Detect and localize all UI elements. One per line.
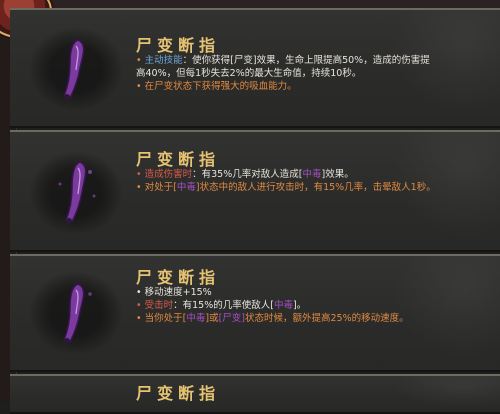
desc-line: • 对处于[中毒]状态中的敌人进行攻击时，有15%几率，击晕敌人1秒。 <box>136 182 436 193</box>
item-icon-slot <box>30 28 122 110</box>
top-border <box>16 0 500 8</box>
item-title: 尸变断指 <box>136 150 221 169</box>
item-icon-slot <box>30 152 122 234</box>
item-card-4[interactable]: 尸变断指 <box>10 374 500 414</box>
severed-finger-icon <box>58 161 96 224</box>
desc-line: 高40%，但每1秒失去2%的最大生命值，持续10秒。 <box>136 68 362 79</box>
severed-finger-icon <box>63 39 85 100</box>
item-card-3[interactable]: 尸变断指 • 移动速度+15% • 受击时：有15%的几率使敌人[中毒]。 • … <box>10 254 500 372</box>
desc-line: • 主动技能：使你获得[尸变]效果，生命上限提高50%，造成的伤害提 <box>136 55 430 66</box>
desc-line: • 造成伤害时：有35%几率对敌人造成[中毒]效果。 <box>136 169 354 180</box>
item-title: 尸变断指 <box>136 36 221 55</box>
desc-line: • 当你处于[中毒]或[尸变]状态时候，额外提高25%的移动速度。 <box>136 313 409 324</box>
desc-line: • 受击时：有15%的几率使敌人[中毒]。 <box>136 300 307 311</box>
severed-finger-icon <box>63 283 92 344</box>
desc-line: • 在尸变状态下获得强大的吸血能力。 <box>136 81 297 92</box>
item-icon-slot <box>30 272 122 354</box>
item-title: 尸变断指 <box>136 384 221 403</box>
item-card-1[interactable]: 尸变断指 • 主动技能：使你获得[尸变]效果，生命上限提高50%，造成的伤害提 … <box>10 8 500 128</box>
item-card-2[interactable]: 尸变断指 • 造成伤害时：有35%几率对敌人造成[中毒]效果。 • 对处于[中毒… <box>10 130 500 252</box>
desc-line: • 移动速度+15% <box>136 287 212 298</box>
item-title: 尸变断指 <box>136 268 221 287</box>
